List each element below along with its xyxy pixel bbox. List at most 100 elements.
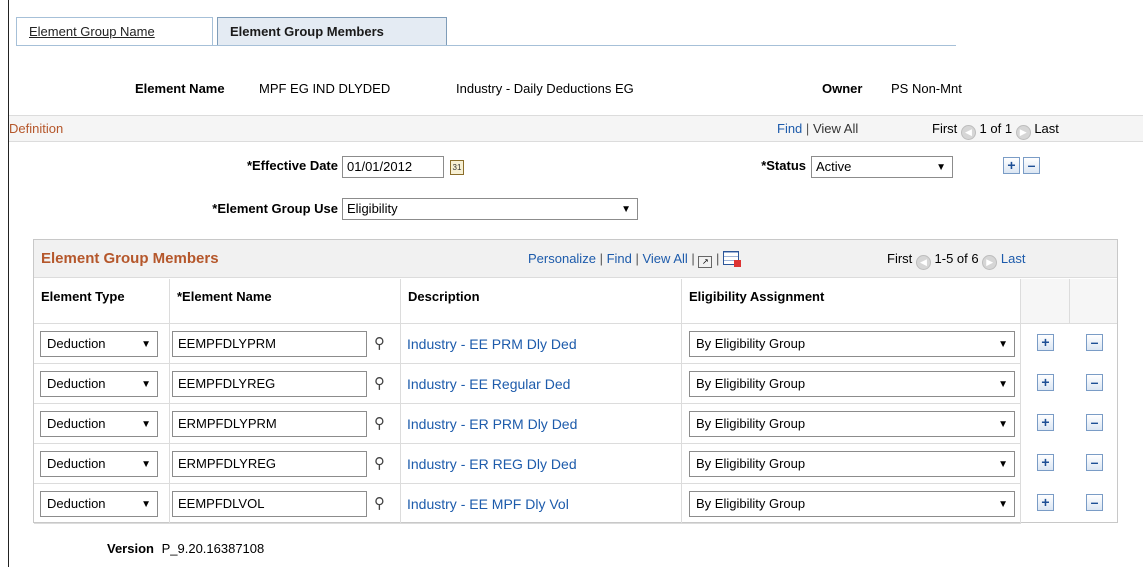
owner-value: PS Non-Mnt [891,81,962,96]
delete-row-button[interactable]: – [1086,334,1103,351]
download-spreadsheet-icon[interactable] [723,251,742,267]
definition-bar: Definition Find | View All First ◀ 1 of … [9,115,1143,142]
column-header-description: Description [401,279,682,324]
add-row-button[interactable]: + [1037,414,1054,431]
personalize-link[interactable]: Personalize [528,251,596,266]
eligibility-assignment-value: By Eligibility Group [696,456,806,471]
red-marker [734,260,742,267]
element-type-select[interactable]: Deduction ▼ [40,411,158,437]
search-icon[interactable]: ⚲ [374,374,385,392]
chevron-down-icon: ▼ [621,204,631,215]
description-link[interactable]: Industry - ER REG Dly Ded [407,456,577,472]
eligibility-assignment-select[interactable]: By Eligibility Group ▼ [689,371,1015,397]
tab-underline [16,45,956,46]
zoom-icon[interactable]: ↗ [698,256,713,268]
element-type-value: Deduction [47,496,106,511]
page-left-border [8,0,9,567]
chevron-down-icon: ▼ [998,499,1008,510]
column-header-add [1021,279,1070,324]
previous-icon[interactable]: ◀ [960,125,976,140]
element-group-use-label: *Element Group Use [212,201,338,216]
element-name-input[interactable]: EEMPFDLYREG [172,371,367,397]
delete-row-button[interactable]: – [1086,374,1103,391]
eligibility-assignment-value: By Eligibility Group [696,376,806,391]
eligibility-assignment-select[interactable]: By Eligibility Group ▼ [689,331,1015,357]
effective-date-input[interactable]: 01/01/2012 [342,156,444,178]
column-header-element-name: *Element Name [170,279,401,324]
eligibility-assignment-select[interactable]: By Eligibility Group ▼ [689,491,1015,517]
separator: | [805,121,810,136]
add-row-button[interactable]: + [1037,374,1054,391]
add-row-button[interactable]: + [1037,334,1054,351]
grid-header: Element Group Members Personalize | Find… [34,240,1117,278]
chevron-down-icon: ▼ [998,419,1008,430]
tab-element-group-name[interactable]: Element Group Name [16,17,213,46]
element-type-select[interactable]: Deduction ▼ [40,451,158,477]
owner-label: Owner [822,81,863,96]
next-icon[interactable]: ▶ [1015,125,1031,140]
grid-count: 1-5 of 6 [934,251,979,266]
separator: | [599,251,607,266]
status-select[interactable]: Active ▼ [811,156,953,178]
delete-row-button[interactable]: – [1023,157,1040,174]
grid-view-all-link[interactable]: View All [642,251,687,266]
search-icon[interactable]: ⚲ [374,494,385,512]
grid-first-label[interactable]: First [887,251,912,266]
add-row-button[interactable]: + [1037,454,1054,471]
element-name-label: Element Name [135,81,225,96]
version-label: Version [107,541,154,556]
delete-row-button[interactable]: – [1086,454,1103,471]
definition-find-link[interactable]: Find [777,121,802,136]
definition-last-label[interactable]: Last [1034,121,1059,136]
element-name-input[interactable]: EEMPFDLVOL [172,491,367,517]
chevron-down-icon: ▼ [998,379,1008,390]
version-value: P_9.20.16387108 [161,541,265,556]
chevron-down-icon: ▼ [141,379,151,390]
search-icon[interactable]: ⚲ [374,334,385,352]
grid-find-link[interactable]: Find [607,251,632,266]
definition-view-all-link[interactable]: View All [813,121,858,136]
eligibility-assignment-value: By Eligibility Group [696,336,806,351]
description-link[interactable]: Industry - EE MPF Dly Vol [407,496,569,512]
eligibility-assignment-value: By Eligibility Group [696,496,806,511]
calendar-icon[interactable]: 31 [450,160,464,175]
add-row-button[interactable]: + [1037,494,1054,511]
column-header-element-type: Element Type [34,279,170,324]
tab-label: Element Group Name [29,24,155,39]
chevron-down-icon: ▼ [998,339,1008,350]
element-type-select[interactable]: Deduction ▼ [40,371,158,397]
element-group-members-grid: Element Group Members Personalize | Find… [33,239,1118,524]
element-group-use-value: Eligibility [347,201,398,216]
element-name-input[interactable]: ERMPFDLYPRM [172,411,367,437]
status-label: *Status [761,158,806,173]
chevron-down-icon: ▼ [141,419,151,430]
tab-label: Element Group Members [230,24,384,39]
element-type-select[interactable]: Deduction ▼ [40,491,158,517]
eligibility-assignment-select[interactable]: By Eligibility Group ▼ [689,411,1015,437]
element-type-select[interactable]: Deduction ▼ [40,331,158,357]
add-row-button[interactable]: + [1003,157,1020,174]
search-icon[interactable]: ⚲ [374,454,385,472]
grid-last-link[interactable]: Last [1001,251,1026,266]
element-description: Industry - Daily Deductions EG [456,81,634,96]
tab-bar: Element Group Name Element Group Members [16,17,451,46]
delete-row-button[interactable]: – [1086,414,1103,431]
next-icon[interactable]: ▶ [982,255,998,270]
element-group-use-select[interactable]: Eligibility ▼ [342,198,638,220]
element-name-input[interactable]: EEMPFDLYPRM [172,331,367,357]
description-link[interactable]: Industry - EE Regular Ded [407,376,570,392]
delete-row-button[interactable]: – [1086,494,1103,511]
chevron-down-icon: ▼ [141,499,151,510]
chevron-down-icon: ▼ [141,459,151,470]
definition-title: Definition [9,121,64,136]
description-link[interactable]: Industry - ER PRM Dly Ded [407,416,577,432]
description-link[interactable]: Industry - EE PRM Dly Ded [407,336,577,352]
element-type-value: Deduction [47,416,106,431]
version-row: Version P_9.20.16387108 [107,541,264,556]
search-icon[interactable]: ⚲ [374,414,385,432]
tab-element-group-members[interactable]: Element Group Members [217,17,447,46]
element-name-input[interactable]: ERMPFDLYREG [172,451,367,477]
definition-first-label[interactable]: First [932,121,957,136]
previous-icon[interactable]: ◀ [915,255,931,270]
eligibility-assignment-select[interactable]: By Eligibility Group ▼ [689,451,1015,477]
